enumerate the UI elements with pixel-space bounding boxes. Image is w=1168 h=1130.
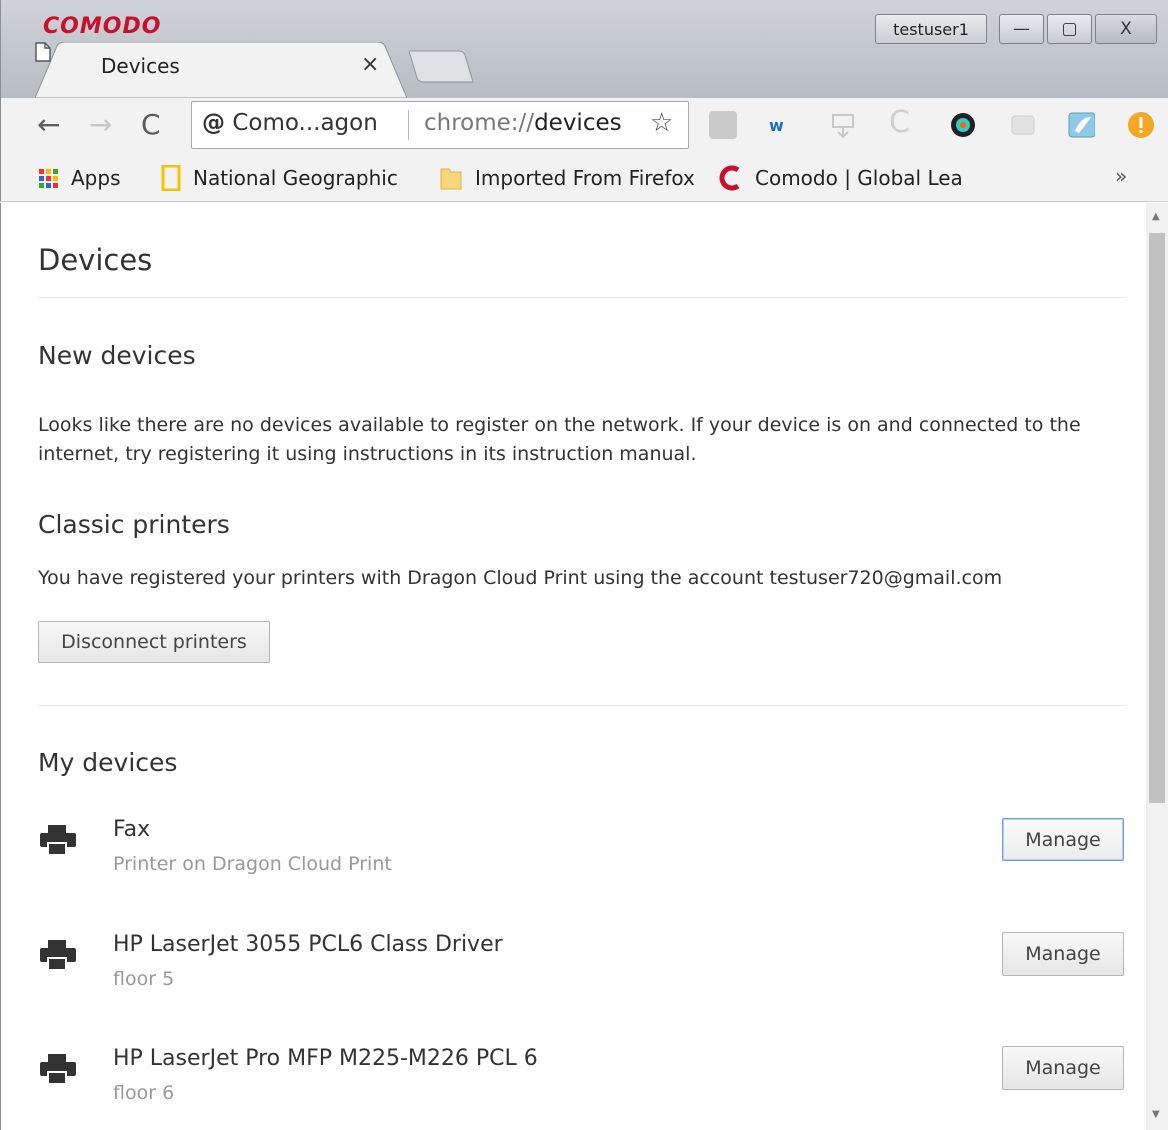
divider bbox=[38, 297, 1126, 298]
manage-button[interactable]: Manage bbox=[1002, 818, 1124, 861]
classic-printers-message: You have registered your printers with D… bbox=[38, 567, 1003, 589]
bookmarks-bar: Apps National Geographic Imported From F… bbox=[0, 154, 1168, 202]
site-at-icon: @ bbox=[202, 110, 225, 136]
bookmark-label: Imported From Firefox bbox=[475, 166, 695, 190]
comodo-brand-logo: COMODO bbox=[43, 14, 162, 39]
printer-icon bbox=[40, 940, 76, 971]
device-description: floor 6 bbox=[113, 1082, 175, 1104]
bookmark-apps[interactable]: Apps bbox=[37, 163, 121, 193]
maximize-button[interactable]: ▢ bbox=[1047, 14, 1092, 44]
manage-button[interactable]: Manage bbox=[1002, 932, 1124, 976]
device-row: Fax Printer on Dragon Cloud Print Manage bbox=[38, 817, 1128, 897]
svg-text:w: w bbox=[769, 116, 784, 135]
apps-grid-icon bbox=[39, 169, 58, 188]
bookmark-comodo[interactable]: Comodo | Global Lea bbox=[717, 163, 973, 193]
document-icon bbox=[35, 42, 51, 62]
device-description: Printer on Dragon Cloud Print bbox=[113, 853, 392, 875]
device-name: HP LaserJet Pro MFP M225-M226 PCL 6 bbox=[113, 1046, 538, 1071]
vertical-scrollbar[interactable]: ▲ ▼ bbox=[1146, 203, 1168, 1130]
address-bar[interactable]: @ Como...agon chrome://devices ☆ bbox=[191, 101, 689, 149]
device-name: HP LaserJet 3055 PCL6 Class Driver bbox=[113, 932, 503, 957]
printer-icon bbox=[40, 825, 76, 856]
extension-puzzle-icon[interactable] bbox=[709, 111, 737, 139]
url-path: devices bbox=[534, 110, 622, 136]
bookmarks-overflow-chevron-icon[interactable]: » bbox=[1115, 164, 1127, 188]
device-row: HP LaserJet 3055 PCL6 Class Driver floor… bbox=[38, 932, 1128, 1012]
device-description: floor 5 bbox=[113, 968, 175, 990]
bookmark-label: National Geographic bbox=[193, 166, 398, 190]
bookmark-folder-firefox[interactable]: Imported From Firefox bbox=[439, 163, 695, 193]
device-name: Fax bbox=[113, 817, 151, 842]
extension-bird-icon[interactable] bbox=[1067, 111, 1095, 139]
manage-button[interactable]: Manage bbox=[1002, 1046, 1124, 1090]
scrollbar-thumb[interactable] bbox=[1149, 233, 1165, 803]
forward-arrow-icon[interactable]: → bbox=[89, 110, 112, 140]
scroll-down-arrow-icon[interactable]: ▼ bbox=[1152, 1109, 1160, 1120]
comodo-c-icon bbox=[719, 165, 740, 191]
tab-shape bbox=[35, 42, 407, 98]
reload-icon[interactable]: C bbox=[141, 110, 161, 140]
new-tab-button[interactable] bbox=[409, 50, 475, 84]
new-devices-heading: New devices bbox=[38, 341, 196, 370]
extension-w-icon[interactable]: w bbox=[767, 111, 795, 139]
device-row: HP LaserJet Pro MFP M225-M226 PCL 6 floo… bbox=[38, 1046, 1128, 1126]
url-scheme: chrome:// bbox=[424, 110, 535, 136]
scroll-up-arrow-icon[interactable]: ▲ bbox=[1152, 211, 1160, 222]
url-text: chrome://devices bbox=[424, 110, 622, 136]
folder-icon bbox=[440, 168, 462, 190]
bookmark-natgeo[interactable]: National Geographic bbox=[161, 163, 411, 193]
my-devices-heading: My devices bbox=[38, 748, 178, 777]
address-separator bbox=[408, 110, 409, 140]
browser-toolbar: ← → C @ Como...agon chrome://devices ☆ w… bbox=[0, 98, 1168, 154]
tab-close-icon[interactable]: × bbox=[361, 52, 379, 77]
back-arrow-icon[interactable]: ← bbox=[37, 110, 60, 140]
close-window-button[interactable]: X bbox=[1095, 14, 1157, 44]
extension-colorwheel-icon[interactable] bbox=[949, 111, 977, 139]
site-identity-label: Como...agon bbox=[232, 110, 378, 136]
divider bbox=[38, 705, 1126, 706]
bookmark-label: Apps bbox=[71, 166, 121, 190]
bookmark-star-icon[interactable]: ☆ bbox=[650, 108, 673, 138]
bookmark-label: Comodo | Global Lea bbox=[755, 166, 963, 190]
page-title: Devices bbox=[38, 243, 153, 277]
printer-icon bbox=[40, 1054, 76, 1085]
tab-title: Devices bbox=[101, 54, 180, 78]
natgeo-icon bbox=[161, 165, 181, 191]
classic-printers-heading: Classic printers bbox=[38, 510, 230, 539]
warning-badge-icon[interactable] bbox=[1127, 111, 1155, 139]
extension-vault-icon[interactable] bbox=[1009, 111, 1037, 139]
new-devices-message: Looks like there are no devices availabl… bbox=[38, 414, 1081, 465]
extension-download-icon[interactable] bbox=[829, 111, 857, 139]
devices-page: Devices New devices Looks like there are… bbox=[0, 203, 1146, 1130]
minimize-button[interactable]: — bbox=[999, 14, 1044, 44]
site-identity[interactable]: @ Como...agon bbox=[202, 110, 378, 136]
profile-button[interactable]: testuser1 bbox=[875, 14, 987, 44]
window-titlebar: COMODO testuser1 — ▢ X Devices × bbox=[0, 0, 1168, 98]
disconnect-printers-button[interactable]: Disconnect printers bbox=[38, 621, 270, 663]
extension-c-icon[interactable]: C bbox=[889, 108, 910, 138]
window-controls: — ▢ X bbox=[999, 14, 1160, 44]
tab-devices[interactable]: Devices × bbox=[35, 42, 407, 98]
